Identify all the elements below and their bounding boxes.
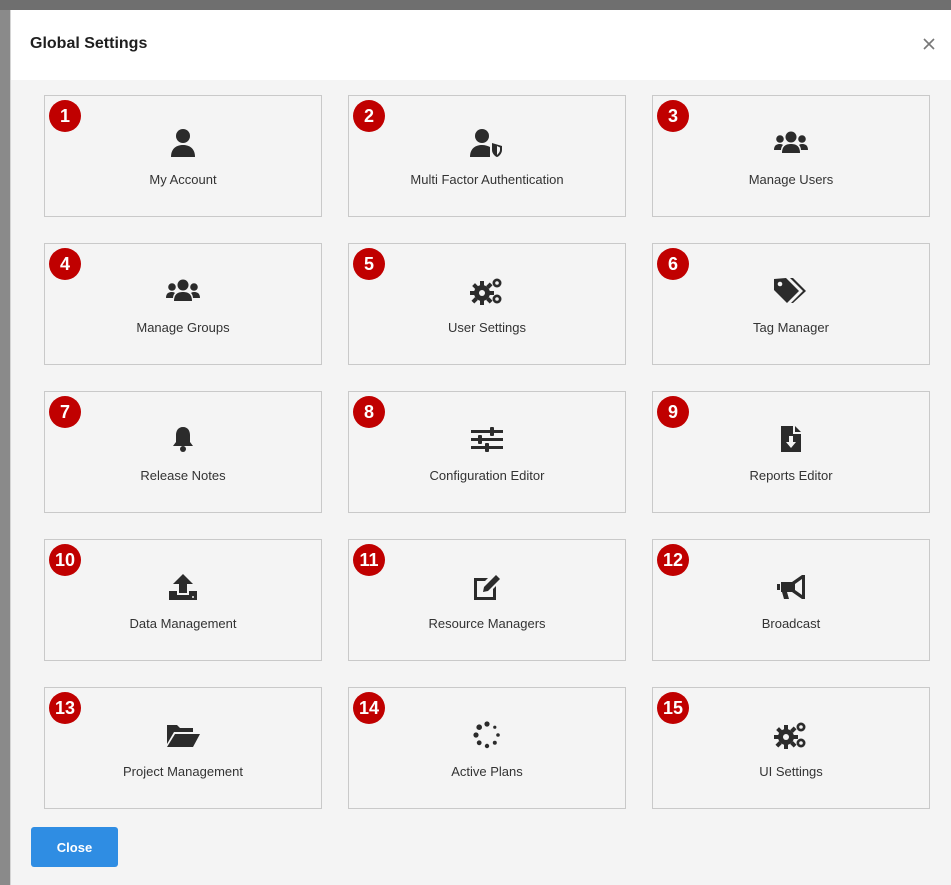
tile-number-badge: 11 — [353, 544, 385, 576]
tile-label: Multi Factor Authentication — [410, 172, 564, 187]
tile-number-badge: 15 — [657, 692, 689, 724]
tile-label: Project Management — [123, 764, 243, 779]
dialog-title: Global Settings — [30, 35, 148, 52]
tile-release-notes[interactable]: 7 Release Notes — [44, 391, 322, 513]
tile-number-badge: 6 — [657, 248, 689, 280]
tile-number-badge: 12 — [657, 544, 689, 576]
tile-number-badge: 5 — [353, 248, 385, 280]
tile-label: User Settings — [447, 320, 527, 335]
cogs-icon — [470, 274, 504, 308]
tile-number-badge: 8 — [353, 396, 385, 428]
tile-data-management[interactable]: 10 Data Management — [44, 539, 322, 661]
tile-label: Resource Managers — [428, 616, 546, 631]
tile-number-badge: 7 — [49, 396, 81, 428]
close-button[interactable]: Close — [31, 827, 118, 867]
page-backdrop — [0, 0, 951, 10]
tile-label: My Account — [149, 172, 217, 187]
tile-number-badge: 9 — [657, 396, 689, 428]
tile-number-badge: 14 — [353, 692, 385, 724]
spinner-icon — [470, 718, 504, 752]
dialog-header: Global Settings — [11, 10, 951, 80]
sliders-icon — [470, 422, 504, 456]
tile-manage-groups[interactable]: 4 Manage Groups — [44, 243, 322, 365]
tile-number-badge: 2 — [353, 100, 385, 132]
upload-icon — [166, 570, 200, 604]
folder-open-icon — [166, 718, 200, 752]
tile-number-badge: 1 — [49, 100, 81, 132]
tags-icon — [774, 274, 808, 308]
tile-broadcast[interactable]: 12 Broadcast — [652, 539, 930, 661]
users-icon — [166, 274, 200, 308]
tile-configuration-editor[interactable]: 8 Configuration Editor — [348, 391, 626, 513]
tile-reports-editor[interactable]: 9 Reports Editor — [652, 391, 930, 513]
bullhorn-icon — [774, 570, 808, 604]
users-icon — [774, 126, 808, 160]
tile-label: Broadcast — [761, 616, 821, 631]
tile-label: Tag Manager — [753, 320, 829, 335]
tile-tag-manager[interactable]: 6 Tag Manager — [652, 243, 930, 365]
tile-label: Release Notes — [140, 468, 226, 483]
tile-number-badge: 13 — [49, 692, 81, 724]
tile-label: Data Management — [129, 616, 237, 631]
tile-number-badge: 4 — [49, 248, 81, 280]
tile-resource-managers[interactable]: 11 Resource Managers — [348, 539, 626, 661]
tile-user-settings[interactable]: 5 User Settings — [348, 243, 626, 365]
edit-icon — [470, 570, 504, 604]
tile-ui-settings[interactable]: 15 UI Settings — [652, 687, 930, 809]
bell-icon — [166, 422, 200, 456]
tile-manage-users[interactable]: 3 Manage Users — [652, 95, 930, 217]
tile-label: UI Settings — [759, 764, 823, 779]
tile-multi-factor-authentication[interactable]: 2 Multi Factor Authentication — [348, 95, 626, 217]
tile-label: Manage Groups — [136, 320, 230, 335]
tile-label: Manage Users — [748, 172, 834, 187]
tile-project-management[interactable]: 13 Project Management — [44, 687, 322, 809]
close-icon[interactable] — [919, 34, 939, 54]
tile-number-badge: 10 — [49, 544, 81, 576]
tile-label: Configuration Editor — [429, 468, 545, 483]
tile-active-plans[interactable]: 14 Active Plans — [348, 687, 626, 809]
global-settings-dialog: Global Settings 1 My Account 2 Multi Fac… — [10, 10, 951, 885]
file-download-icon — [774, 422, 808, 456]
user-shield-icon — [470, 126, 504, 160]
tile-label: Reports Editor — [749, 468, 833, 483]
cogs-icon — [774, 718, 808, 752]
tile-my-account[interactable]: 1 My Account — [44, 95, 322, 217]
tile-label: Active Plans — [451, 764, 523, 779]
user-icon — [166, 126, 200, 160]
tile-number-badge: 3 — [657, 100, 689, 132]
